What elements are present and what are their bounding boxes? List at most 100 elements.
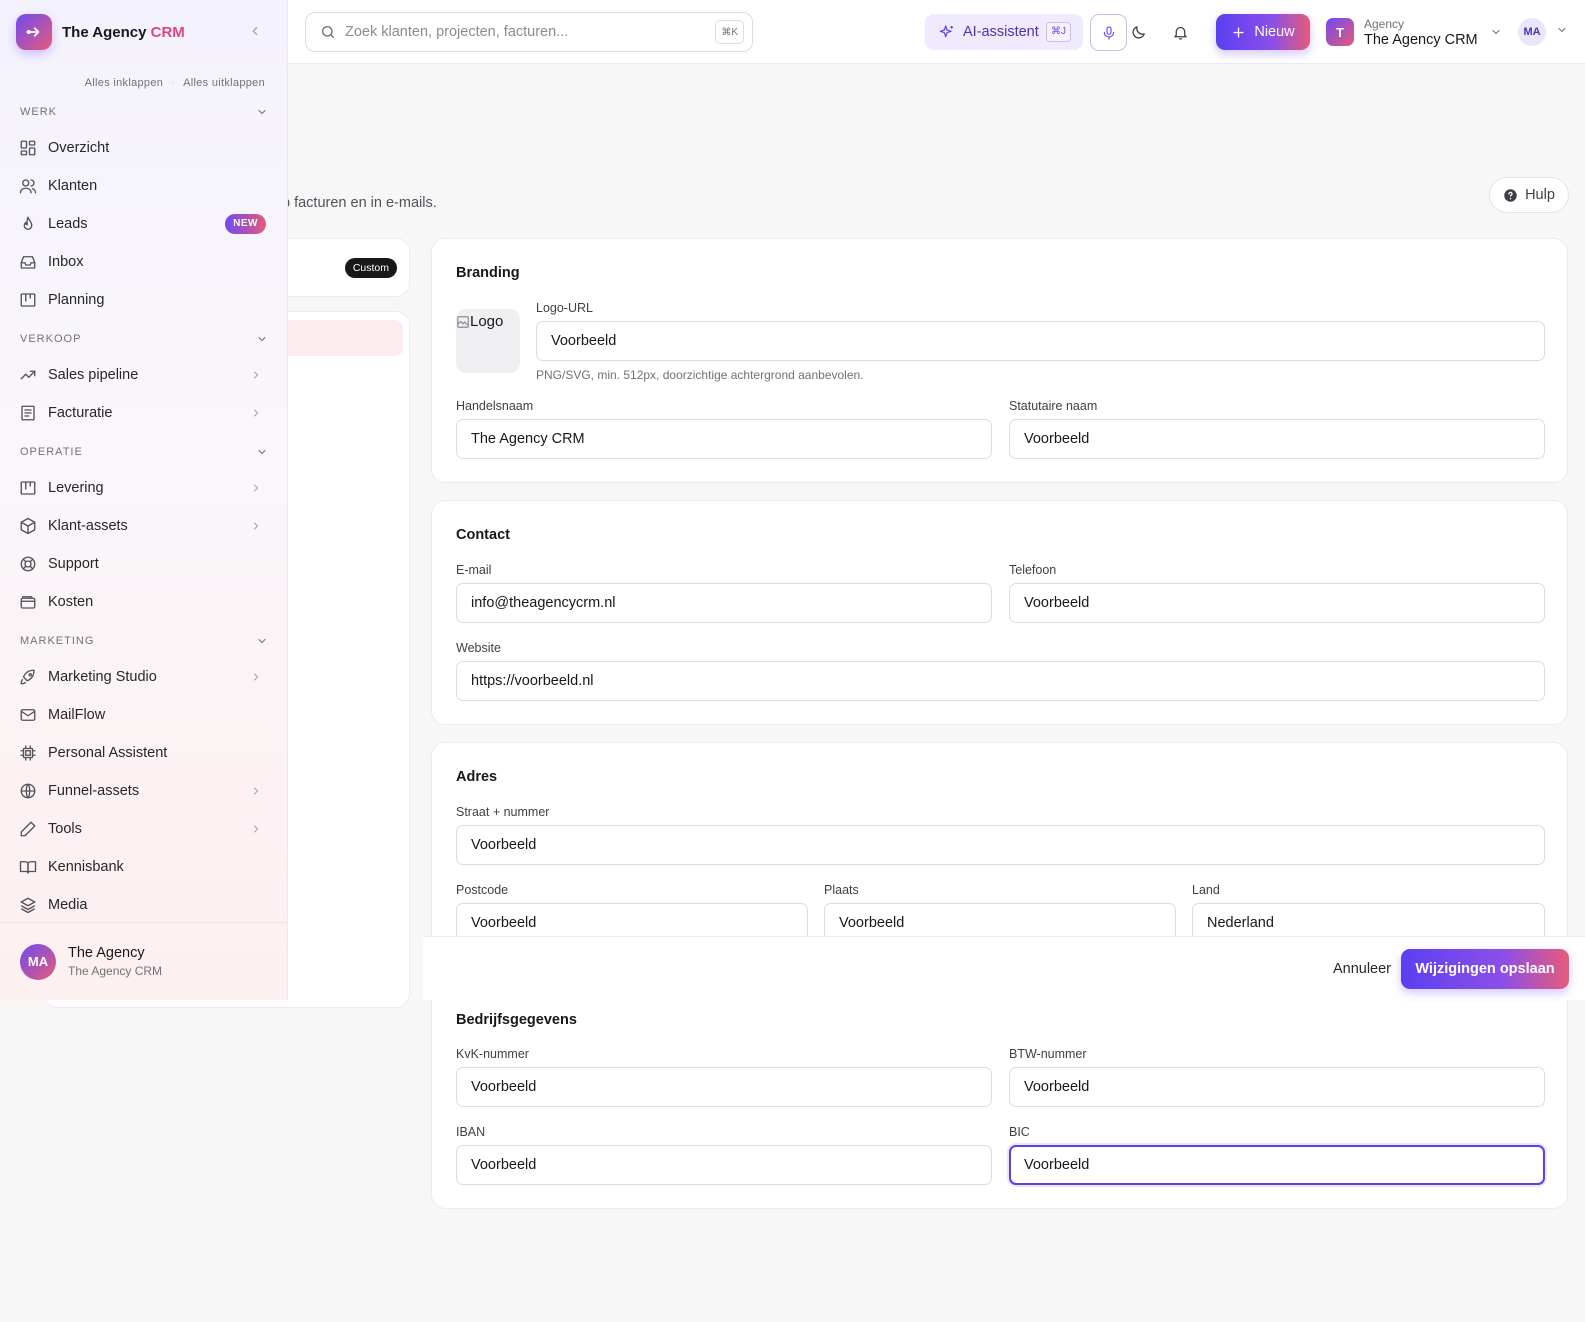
trade-name-input[interactable]: The Agency CRM xyxy=(456,419,992,459)
chevron-down-icon[interactable] xyxy=(1556,24,1568,36)
voice-button[interactable] xyxy=(1090,14,1127,51)
sidebar-item-levering[interactable]: Levering xyxy=(18,471,270,505)
section-title: MARKETING xyxy=(20,635,95,647)
branding-card: Branding Logo Logo-URL Voorbeeld PNG/SVG… xyxy=(431,238,1568,483)
sidebar-item-label: Planning xyxy=(48,292,105,308)
bell-icon xyxy=(1172,24,1189,41)
workspace-switcher[interactable]: T Agency The Agency CRM xyxy=(1326,14,1502,50)
sidebar-item-label: Media xyxy=(48,897,88,913)
sidebar-item-marketing-studio[interactable]: Marketing Studio xyxy=(18,660,270,694)
sidebar-item-personal-assistent[interactable]: Personal Assistent xyxy=(18,736,270,770)
bic-input[interactable]: Voorbeeld xyxy=(1009,1145,1545,1185)
street-input[interactable]: Voorbeeld xyxy=(456,825,1545,865)
email-label: E-mail xyxy=(456,563,492,577)
sidebar-item-label: Facturatie xyxy=(48,405,113,421)
company-details-title: Bedrijfsgegevens xyxy=(456,1012,577,1028)
sidebar-item-tools[interactable]: Tools xyxy=(18,812,270,846)
logo-hint: PNG/SVG, min. 512px, doorzichtige achter… xyxy=(536,368,864,382)
chevron-down-icon xyxy=(258,336,266,342)
chevron-right-icon xyxy=(254,673,259,681)
sidebar-item-leads[interactable]: Leads NEW xyxy=(18,207,270,241)
kvk-label: KvK-nummer xyxy=(456,1047,529,1061)
sidebar-item-support[interactable]: Support xyxy=(18,547,270,581)
sidebar: The Agency CRM Alles inklappen · Alles u… xyxy=(0,0,288,1000)
user-name: The Agency xyxy=(68,945,145,961)
search-input[interactable]: Zoek klanten, projecten, facturen... ⌘K xyxy=(305,12,753,52)
sidebar-item-label: Support xyxy=(48,556,99,572)
sidebar-item-sales-pipeline[interactable]: Sales pipeline xyxy=(18,358,270,392)
branding-title: Branding xyxy=(456,265,520,281)
street-label: Straat + nummer xyxy=(456,805,550,819)
sidebar-item-overzicht[interactable]: Overzicht xyxy=(18,131,270,165)
logo-url-label: Logo-URL xyxy=(536,301,593,315)
address-title: Adres xyxy=(456,769,498,785)
workspace-avatar: T xyxy=(1326,18,1354,46)
website-input[interactable]: https://voorbeeld.nl xyxy=(456,661,1545,701)
theme-toggle-button[interactable] xyxy=(1124,18,1152,46)
sidebar-item-kosten[interactable]: Kosten xyxy=(18,585,270,619)
cancel-button[interactable]: Annuleer xyxy=(1317,949,1407,989)
sparkles-icon xyxy=(939,24,955,40)
lifebuoy-icon xyxy=(18,554,38,574)
sidebar-item-label: Personal Assistent xyxy=(48,745,168,761)
sidebar-item-facturatie[interactable]: Facturatie xyxy=(18,396,270,430)
sidebar-item-planning[interactable]: Planning xyxy=(18,283,270,317)
help-button[interactable]: Hulp xyxy=(1489,177,1569,213)
sidebar-item-label: Overzicht xyxy=(48,140,110,156)
sidebar-item-media[interactable]: Media xyxy=(18,888,270,922)
workspace-name: The Agency CRM xyxy=(1364,31,1478,48)
sidebar-item-label: MailFlow xyxy=(48,707,106,723)
user-avatar[interactable]: MA xyxy=(1518,18,1546,46)
kvk-input[interactable]: Voorbeeld xyxy=(456,1067,992,1107)
trending-up-icon xyxy=(18,365,38,385)
new-button-label: Nieuw xyxy=(1254,24,1295,40)
section-marketing[interactable]: MARKETING xyxy=(20,631,268,651)
iban-input[interactable]: Voorbeeld xyxy=(456,1145,992,1185)
brand[interactable]: The Agency CRM xyxy=(16,14,272,50)
sidebar-item-mailflow[interactable]: MailFlow xyxy=(18,698,270,732)
website-label: Website xyxy=(456,641,501,655)
rocket-icon xyxy=(18,667,38,687)
vat-input[interactable]: Voorbeeld xyxy=(1009,1067,1545,1107)
logo-preview: Logo xyxy=(456,309,520,373)
ai-assistant-button[interactable]: AI-assistent ⌘J xyxy=(925,14,1083,50)
sidebar-item-funnel-assets[interactable]: Funnel-assets xyxy=(18,774,270,808)
mail-icon xyxy=(18,705,38,725)
sidebar-item-label: Klant-assets xyxy=(48,518,128,534)
sidebar-user-card[interactable]: MA The Agency The Agency CRM xyxy=(0,922,287,1000)
wallet-icon xyxy=(18,592,38,612)
cpu-icon xyxy=(18,743,38,763)
contact-card: Contact E-mail info@theagencycrm.nl Tele… xyxy=(431,500,1568,725)
new-button[interactable]: Nieuw xyxy=(1216,14,1310,50)
sidebar-item-label: Kosten xyxy=(48,594,94,610)
new-badge: NEW xyxy=(225,214,266,234)
search-placeholder: Zoek klanten, projecten, facturen... xyxy=(345,24,569,40)
brand-logo-icon xyxy=(16,14,52,50)
country-label: Land xyxy=(1192,883,1220,897)
save-button[interactable]: Wijzigingen opslaan xyxy=(1401,949,1569,989)
chevron-left-icon[interactable] xyxy=(248,24,262,38)
sidebar-item-klant-assets[interactable]: Klant-assets xyxy=(18,509,270,543)
email-input[interactable]: info@theagencycrm.nl xyxy=(456,583,992,623)
legal-name-input[interactable]: Voorbeeld xyxy=(1009,419,1545,459)
sidebar-item-klanten[interactable]: Klanten xyxy=(18,169,270,203)
phone-input[interactable]: Voorbeeld xyxy=(1009,583,1545,623)
sidebar-item-kennisbank[interactable]: Kennisbank xyxy=(18,850,270,884)
trade-name-label: Handelsnaam xyxy=(456,399,534,413)
collapse-all-link[interactable]: Alles inklappen xyxy=(85,77,164,89)
section-verkoop[interactable]: VERKOOP xyxy=(20,329,268,349)
chevron-down-icon xyxy=(258,109,266,115)
receipt-icon xyxy=(18,403,38,423)
section-werk[interactable]: WERK xyxy=(20,102,268,122)
page-subtitle: p facturen en in e-mails. xyxy=(282,195,437,211)
expand-all-link[interactable]: Alles uitklappen xyxy=(183,77,265,89)
chevron-down-icon xyxy=(258,449,266,455)
sidebar-item-label: Marketing Studio xyxy=(48,669,157,685)
save-bar: Annuleer Wijzigingen opslaan xyxy=(423,936,1585,1000)
notifications-button[interactable] xyxy=(1166,18,1194,46)
logo-url-input[interactable]: Voorbeeld xyxy=(536,321,1545,361)
section-operatie[interactable]: OPERATIE xyxy=(20,442,268,462)
vat-label: BTW-nummer xyxy=(1009,1047,1087,1061)
inbox-icon xyxy=(18,252,38,272)
sidebar-item-inbox[interactable]: Inbox xyxy=(18,245,270,279)
